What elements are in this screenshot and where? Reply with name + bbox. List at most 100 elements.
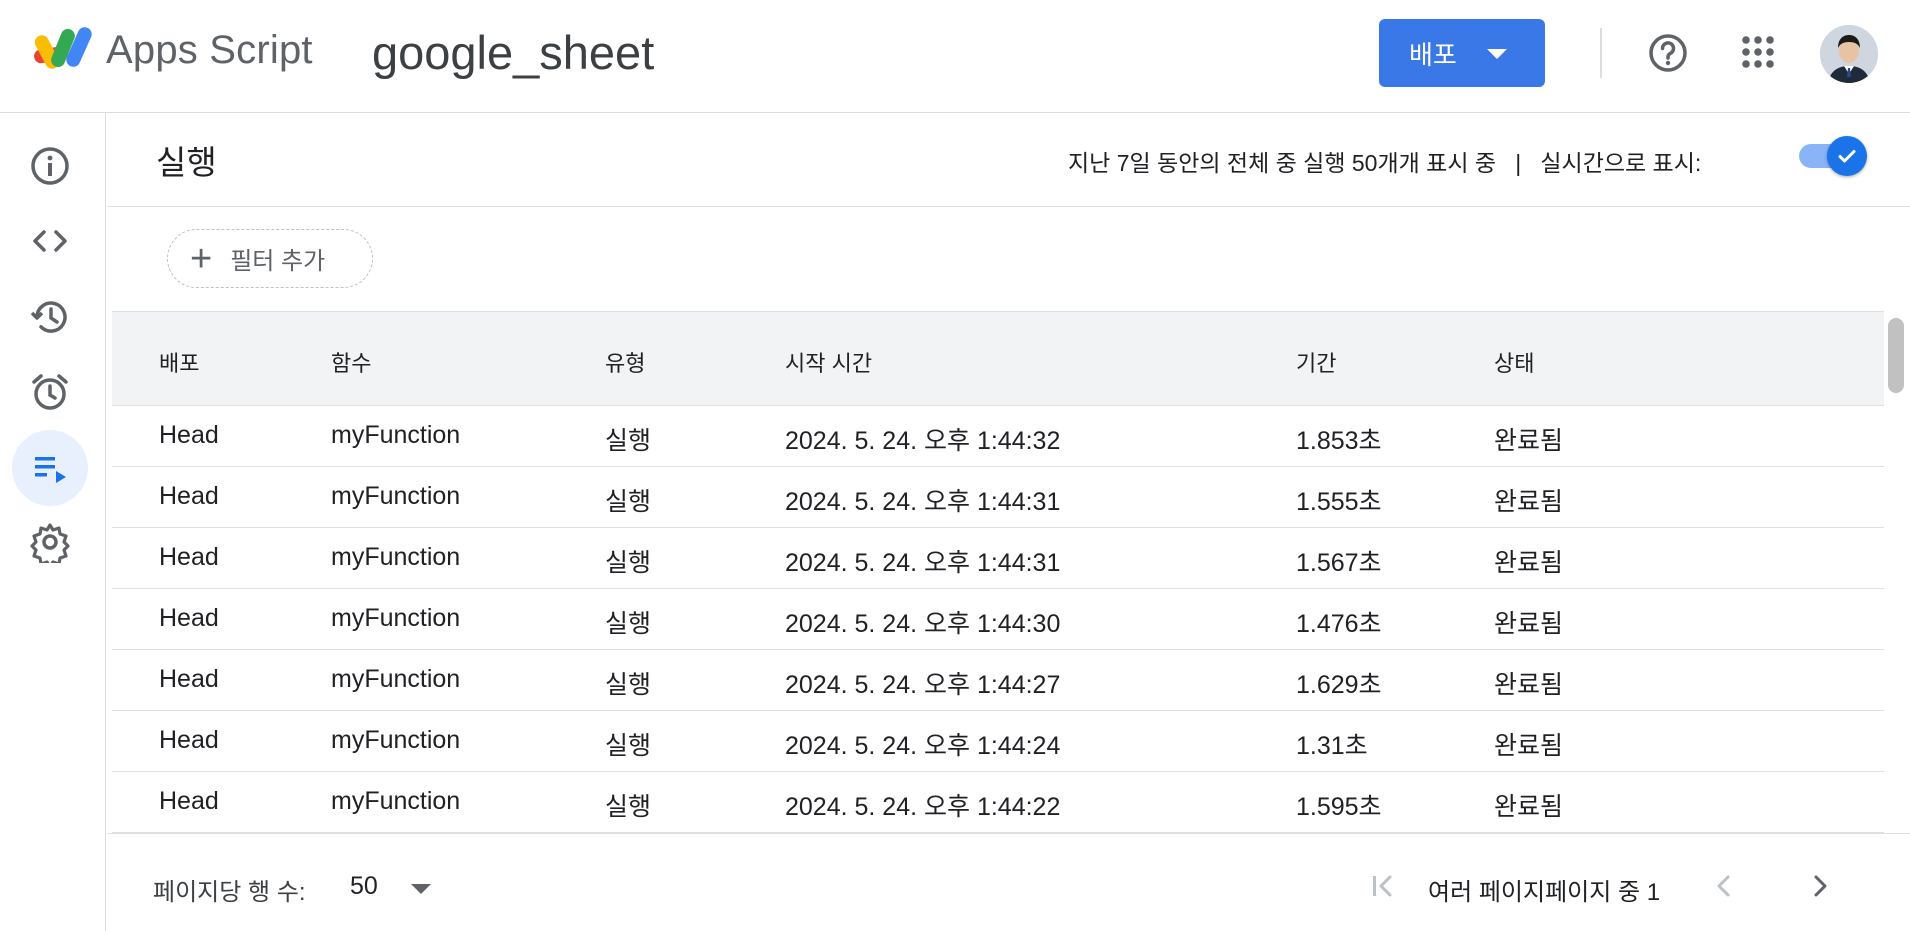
table-scrollbar[interactable]	[1888, 318, 1904, 393]
rows-per-page-value: 50	[350, 872, 378, 900]
cell-status: 완료됨	[1494, 488, 1564, 516]
nav-triggers[interactable]	[12, 354, 88, 430]
chevron-right-icon[interactable]	[1806, 871, 1834, 901]
table-row[interactable]: Head myFunction 실행 2024. 5. 24. 오후 1:44:…	[112, 467, 1884, 528]
table-row[interactable]: Head myFunction 실행 2024. 5. 24. 오후 1:44:…	[112, 589, 1884, 650]
toggle-knob	[1827, 136, 1867, 176]
code-icon	[33, 230, 67, 252]
column-header-status[interactable]: 상태	[1494, 346, 1534, 378]
column-header-start-time[interactable]: 시작 시간	[785, 346, 872, 378]
cell-start-time: 2024. 5. 24. 오후 1:44:32	[785, 427, 1061, 455]
cell-deployment: Head	[159, 543, 219, 571]
nav-editor[interactable]	[12, 203, 88, 279]
app-header: Apps Script google_sheet 배포	[0, 0, 1910, 113]
cell-type: 실행	[605, 488, 652, 516]
cell-start-time: 2024. 5. 24. 오후 1:44:30	[785, 610, 1061, 638]
cell-duration: 1.567초	[1296, 549, 1382, 577]
cell-function: myFunction	[331, 543, 461, 571]
cell-function: myFunction	[331, 787, 461, 815]
apps-script-logo[interactable]	[30, 22, 96, 78]
column-header-function[interactable]: 함수	[331, 346, 371, 378]
cell-duration: 1.476초	[1296, 610, 1382, 638]
header-divider	[1600, 28, 1602, 78]
nav-settings[interactable]	[12, 504, 88, 580]
help-icon[interactable]	[1647, 32, 1689, 74]
cell-duration: 1.595초	[1296, 793, 1382, 821]
check-icon	[1838, 150, 1856, 163]
deploy-button[interactable]: 배포	[1379, 19, 1545, 87]
page-info: 여러 페이지페이지 중 1	[1428, 879, 1661, 906]
first-page-icon[interactable]	[1370, 871, 1398, 901]
alarm-clock-icon	[32, 374, 68, 410]
cell-deployment: Head	[159, 665, 219, 693]
cell-status: 완료됨	[1494, 427, 1564, 455]
cell-status: 완료됨	[1494, 732, 1564, 760]
table-row[interactable]: Head myFunction 실행 2024. 5. 24. 오후 1:44:…	[112, 711, 1884, 772]
cell-function: myFunction	[331, 482, 461, 510]
apps-grid-icon[interactable]	[1740, 34, 1776, 70]
table-row[interactable]: Head myFunction 실행 2024. 5. 24. 오후 1:44:…	[112, 528, 1884, 589]
table-row[interactable]: Head myFunction 실행 2024. 5. 24. 오후 1:44:…	[112, 406, 1884, 467]
divider	[107, 206, 1910, 207]
table-header: 배포 함수 유형 시작 시간 기간 상태	[112, 311, 1884, 406]
cell-deployment: Head	[159, 726, 219, 754]
brand-name: Apps Script	[106, 28, 313, 72]
cell-duration: 1.555초	[1296, 488, 1382, 516]
cell-type: 실행	[605, 671, 652, 699]
cell-start-time: 2024. 5. 24. 오후 1:44:27	[785, 671, 1061, 699]
add-filter-button[interactable]: + 필터 추가	[167, 229, 373, 288]
nav-overview[interactable]	[12, 128, 88, 204]
left-nav	[0, 113, 106, 931]
cell-deployment: Head	[159, 421, 219, 449]
column-header-type[interactable]: 유형	[605, 346, 645, 378]
column-header-duration[interactable]: 기간	[1296, 346, 1336, 378]
rows-per-page-label: 페이지당 행 수:	[153, 879, 306, 906]
table-row[interactable]: Head myFunction 실행 2024. 5. 24. 오후 1:44:…	[112, 772, 1884, 833]
executions-list-icon	[35, 457, 66, 483]
cell-deployment: Head	[159, 604, 219, 632]
history-icon	[30, 301, 67, 333]
cell-start-time: 2024. 5. 24. 오후 1:44:31	[785, 488, 1061, 516]
nav-project-history[interactable]	[12, 279, 88, 355]
avatar-portrait-icon	[1820, 25, 1878, 83]
executions-summary: 지난 7일 동안의 전체 중 실행 50개개 표시 중 | 실시간으로 표시:	[1068, 150, 1702, 176]
gear-icon	[30, 523, 70, 563]
cell-type: 실행	[605, 427, 652, 455]
cell-function: myFunction	[331, 421, 461, 449]
caret-down-icon	[1487, 49, 1507, 59]
rows-per-page-select[interactable]: 50	[350, 866, 440, 906]
cell-start-time: 2024. 5. 24. 오후 1:44:31	[785, 549, 1061, 577]
cell-status: 완료됨	[1494, 549, 1564, 577]
cell-status: 완료됨	[1494, 793, 1564, 821]
cell-duration: 1.853초	[1296, 427, 1382, 455]
cell-function: myFunction	[331, 604, 461, 632]
cell-duration: 1.629초	[1296, 671, 1382, 699]
table-row[interactable]: Head myFunction 실행 2024. 5. 24. 오후 1:44:…	[112, 650, 1884, 711]
nav-executions[interactable]	[12, 430, 88, 506]
cell-deployment: Head	[159, 482, 219, 510]
realtime-toggle[interactable]	[1797, 136, 1867, 176]
footer-divider	[107, 833, 1910, 834]
cell-status: 완료됨	[1494, 671, 1564, 699]
cell-start-time: 2024. 5. 24. 오후 1:44:24	[785, 732, 1061, 760]
page-title: 실행	[156, 144, 217, 181]
cell-function: myFunction	[331, 726, 461, 754]
cell-function: myFunction	[331, 665, 461, 693]
cell-deployment: Head	[159, 787, 219, 815]
plus-icon: +	[190, 237, 213, 280]
cell-start-time: 2024. 5. 24. 오후 1:44:22	[785, 793, 1061, 821]
info-icon	[31, 147, 69, 185]
cell-type: 실행	[605, 732, 652, 760]
cell-status: 완료됨	[1494, 610, 1564, 638]
cell-type: 실행	[605, 549, 652, 577]
account-avatar[interactable]	[1820, 25, 1878, 83]
deploy-button-label: 배포	[1409, 39, 1457, 70]
project-title[interactable]: google_sheet	[372, 25, 654, 80]
add-filter-label: 필터 추가	[230, 248, 326, 275]
chevron-left-icon[interactable]	[1710, 871, 1738, 901]
caret-down-icon	[411, 884, 431, 894]
column-header-deployment[interactable]: 배포	[159, 346, 199, 378]
cell-duration: 1.31초	[1296, 732, 1368, 760]
cell-type: 실행	[605, 610, 652, 638]
cell-type: 실행	[605, 793, 652, 821]
